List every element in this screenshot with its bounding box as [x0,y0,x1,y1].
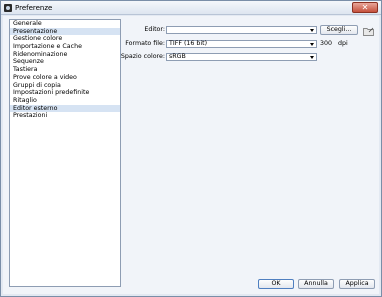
sidebar-item-gruppi-copia[interactable]: Gruppi di copia [10,82,120,90]
ok-button[interactable]: OK [258,279,294,289]
sidebar-item-ritaglio[interactable]: Ritaglio [10,97,120,105]
colorspace-value: sRGB [169,53,186,60]
chevron-down-icon [310,42,314,46]
dpi-unit: dpi [338,40,348,47]
preferences-window: Preferenze ✕ Generale Presentazione Gest… [0,0,382,297]
sidebar-item-importazione-cache[interactable]: Importazione e Cache [10,43,120,51]
cancel-button[interactable]: Annulla [298,279,334,289]
sidebar-item-gestione-colore[interactable]: Gestione colore [10,35,120,43]
editor-label: Editor: [144,26,165,33]
apply-button[interactable]: Applica [339,279,375,289]
dpi-value: 300 [320,40,333,47]
window-title: Preferenze [15,4,53,12]
sidebar-item-tastiera[interactable]: Tastiera [10,66,120,74]
title-bar[interactable]: Preferenze ✕ [1,1,381,15]
sidebar-item-editor-esterno[interactable]: Editor esterno [10,104,120,113]
colorspace-label: Spazio colore: [120,53,165,60]
sidebar-item-generale[interactable]: Generale [10,20,120,28]
app-icon [4,4,12,12]
sidebar-item-impostazioni-predefinite[interactable]: Impostazioni predefinite [10,89,120,97]
chevron-down-icon [310,55,314,59]
category-list[interactable]: Generale Presentazione Gestione colore I… [9,19,121,287]
format-label: Formato file: [125,40,165,47]
colorspace-select[interactable]: sRGB [166,53,317,61]
chevron-down-icon [310,28,314,32]
sidebar-item-prove-colore[interactable]: Prove colore a video [10,74,120,82]
dialog-content: Generale Presentazione Gestione colore I… [3,16,379,294]
browse-button[interactable]: Scegli... [320,25,358,35]
close-button[interactable]: ✕ [352,2,378,13]
sidebar-item-ridenominazione[interactable]: Ridenominazione [10,51,120,59]
sidebar-item-prestazioni[interactable]: Prestazioni [10,112,120,120]
folder-icon[interactable] [363,27,374,36]
format-select[interactable]: TIFF (16 bit) [166,40,317,48]
editor-select[interactable] [166,26,317,34]
format-value: TIFF (16 bit) [169,40,208,47]
sidebar-item-presentazione[interactable]: Presentazione [10,27,120,36]
sidebar-item-sequenze[interactable]: Sequenze [10,58,120,66]
